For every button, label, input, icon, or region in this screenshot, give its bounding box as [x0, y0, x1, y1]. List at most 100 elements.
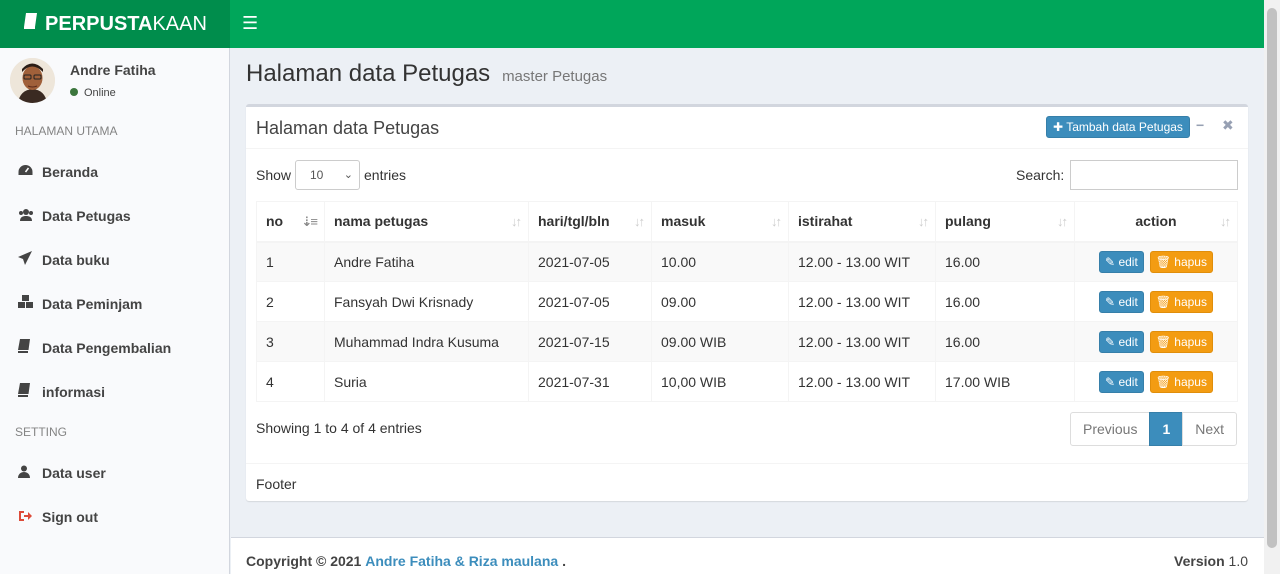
sidebar-toggle-button[interactable]: ☰: [242, 14, 260, 32]
user-status-text: Online: [84, 87, 116, 99]
pagination-page-1[interactable]: 1: [1149, 412, 1184, 446]
entries-label: entries: [364, 167, 407, 183]
sidebar-item-label: informasi: [42, 384, 106, 400]
cell-masuk: 10.00: [651, 241, 789, 282]
data-box: Halaman data Petugas ✚ Tambah data Petug…: [246, 104, 1248, 501]
sort-icon: ↓↑: [918, 214, 929, 229]
delete-button[interactable]: 🗑 hapus: [1149, 250, 1213, 273]
cell-action: ✎ edit 🗑 hapus: [1074, 361, 1238, 402]
add-petugas-button[interactable]: ✚ Tambah data Petugas: [1046, 116, 1190, 138]
column-header-tanggal[interactable]: hari/tgl/bln ↓↑: [528, 201, 652, 243]
logo-bold-text: PERPUSTA: [45, 13, 153, 35]
edit-button[interactable]: ✎ edit: [1099, 370, 1144, 393]
sidebar-item-label: Beranda: [42, 164, 99, 180]
footer-dot: .: [562, 553, 566, 569]
authors-link[interactable]: Andre Fatiha & Riza maulana: [365, 553, 558, 569]
sidebar-item-label: Data Peminjam: [42, 296, 143, 312]
cell-masuk: 10,00 WIB: [651, 361, 789, 402]
version-label: Version: [1174, 553, 1225, 569]
search-input[interactable]: [1070, 160, 1238, 190]
pagination-previous[interactable]: Previous: [1070, 412, 1151, 446]
page-scrollbar[interactable]: [1264, 0, 1280, 574]
app-logo[interactable]: PERPUSTAKAAN: [0, 0, 230, 48]
table-row: 2 Fansyah Dwi Krisnady 2021-07-05 09.00 …: [256, 281, 1238, 322]
cell-pulang: 17.00 WIB: [935, 361, 1075, 402]
trash-icon: 🗑: [1155, 334, 1171, 349]
sidebar-item-label: Data user: [42, 465, 106, 481]
user-name: Andre Fatiha: [70, 62, 156, 78]
cell-nama: Fansyah Dwi Krisnady: [324, 281, 529, 322]
cell-masuk: 09.00: [651, 281, 789, 322]
hamburger-icon: ☰: [242, 13, 259, 33]
show-label: Show: [256, 167, 292, 183]
pagination-next[interactable]: Next: [1182, 412, 1238, 446]
cell-nama: Muhammad Indra Kusuma: [324, 321, 529, 362]
edit-button[interactable]: ✎ edit: [1099, 290, 1144, 313]
delete-button[interactable]: 🗑 hapus: [1149, 290, 1213, 313]
edit-button[interactable]: ✎ edit: [1099, 330, 1144, 353]
sidebar-item-data-user[interactable]: Data user: [0, 451, 230, 495]
column-header-no[interactable]: no ⇣≡: [256, 201, 325, 243]
sidebar-item-label: Data Pengembalian: [42, 340, 172, 356]
cell-tanggal: 2021-07-05: [528, 241, 652, 282]
collapse-button[interactable]: −: [1196, 117, 1204, 133]
sidebar-item-informasi[interactable]: informasi: [0, 370, 230, 414]
sidebar-item-data-pengembalian[interactable]: Data Pengembalian: [0, 326, 230, 370]
cell-masuk: 09.00 WIB: [651, 321, 789, 362]
sort-icon: ↓↑: [1220, 214, 1231, 229]
close-button[interactable]: ✖: [1222, 117, 1234, 134]
delete-button[interactable]: 🗑 hapus: [1149, 330, 1213, 353]
trash-icon: 🗑: [1155, 254, 1171, 269]
logo-rest-text: KAAN: [152, 13, 207, 35]
delete-button[interactable]: 🗑 hapus: [1149, 370, 1213, 393]
column-header-masuk[interactable]: masuk ↓↑: [651, 201, 789, 243]
cell-tanggal: 2021-07-05: [528, 281, 652, 322]
close-icon: ✖: [1222, 117, 1234, 133]
content-header: Halaman data Petugas master Petugas: [246, 60, 607, 88]
sidebar-item-data-peminjam[interactable]: Data Peminjam: [0, 282, 230, 326]
cell-istirahat: 12.00 - 13.00 WIT: [788, 281, 936, 322]
version-info: Version 1.0: [1174, 553, 1248, 569]
table-info: Showing 1 to 4 of 4 entries: [256, 420, 422, 436]
sidebar-item-label: Data Petugas: [42, 208, 131, 224]
sort-icon: ↓↑: [511, 214, 522, 229]
cell-nama: Andre Fatiha: [324, 241, 529, 282]
menu-header-main: HALAMAN UTAMA: [15, 124, 118, 138]
column-header-pulang[interactable]: pulang ↓↑: [935, 201, 1075, 243]
page-title: Halaman data Petugas: [246, 60, 491, 87]
cell-tanggal: 2021-07-31: [528, 361, 652, 402]
book-icon: [23, 0, 39, 48]
sidebar-item-beranda[interactable]: Beranda: [0, 150, 230, 194]
cell-pulang: 16.00: [935, 321, 1075, 362]
entries-length-select[interactable]: 10 ⌄: [295, 160, 360, 190]
column-header-istirahat[interactable]: istirahat ↓↑: [788, 201, 936, 243]
cell-action: ✎ edit 🗑 hapus: [1074, 241, 1238, 282]
sidebar-item-data-buku[interactable]: Data buku: [0, 238, 230, 282]
column-header-action[interactable]: action ↓↑: [1074, 201, 1238, 243]
edit-button[interactable]: ✎ edit: [1099, 250, 1144, 273]
pencil-icon: ✎: [1105, 334, 1116, 349]
sidebar-item-sign-out[interactable]: Sign out: [0, 495, 230, 539]
box-title: Halaman data Petugas: [256, 118, 440, 138]
sort-asc-icon: ⇣≡: [301, 214, 319, 229]
search-label: Search:: [1016, 167, 1065, 183]
table-header-row: no ⇣≡ nama petugas ↓↑ hari/tgl/bln ↓↑ masuk…: [256, 201, 1238, 243]
cell-istirahat: 12.00 - 13.00 WIT: [788, 361, 936, 402]
scrollbar-thumb[interactable]: [1267, 8, 1277, 548]
book-icon: [18, 371, 42, 415]
cell-no: 2: [256, 281, 325, 322]
cell-istirahat: 12.00 - 13.00 WIT: [788, 321, 936, 362]
cubes-icon: [18, 283, 42, 327]
cell-no: 3: [256, 321, 325, 362]
chevron-down-icon: ⌄: [343, 169, 353, 181]
sort-icon: ↓↑: [771, 214, 782, 229]
add-button-label: Tambah data Petugas: [1066, 120, 1183, 134]
top-navbar: PERPUSTAKAAN ☰: [0, 0, 1264, 48]
sidebar-item-data-petugas[interactable]: Data Petugas: [0, 194, 230, 238]
petugas-table: no ⇣≡ nama petugas ↓↑ hari/tgl/bln ↓↑ masuk…: [256, 201, 1238, 402]
cell-pulang: 16.00: [935, 241, 1075, 282]
column-header-nama[interactable]: nama petugas ↓↑: [324, 201, 529, 243]
pencil-icon: ✎: [1105, 374, 1116, 389]
trash-icon: 🗑: [1155, 294, 1171, 309]
sidebar-item-label: Sign out: [42, 509, 98, 525]
